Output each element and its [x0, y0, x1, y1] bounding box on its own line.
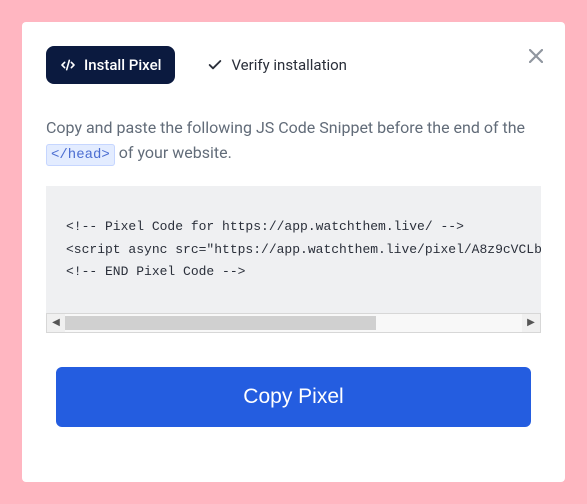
instructions-after: of your website.: [115, 143, 232, 162]
check-icon: [207, 57, 223, 73]
scroll-right-arrow-icon[interactable]: ▶: [522, 314, 540, 332]
copy-pixel-button[interactable]: Copy Pixel: [56, 367, 531, 427]
tab-install-pixel[interactable]: Install Pixel: [46, 46, 175, 84]
tab-bar: Install Pixel Verify installation: [46, 46, 541, 84]
code-snippet[interactable]: <!-- Pixel Code for https://app.watchthe…: [46, 186, 541, 312]
code-wrapper: <!-- Pixel Code for https://app.watchthe…: [46, 186, 541, 332]
scroll-thumb[interactable]: [65, 316, 376, 330]
tab-verify-installation[interactable]: Verify installation: [193, 46, 361, 84]
close-icon[interactable]: [529, 44, 543, 68]
scroll-track[interactable]: [65, 314, 522, 332]
tab-verify-label: Verify installation: [231, 56, 347, 74]
instructions-text: Copy and paste the following JS Code Sni…: [46, 116, 541, 166]
head-tag-code: </head>: [46, 144, 115, 166]
horizontal-scrollbar[interactable]: ◀ ▶: [46, 313, 541, 333]
code-icon: [60, 57, 76, 73]
scroll-left-arrow-icon[interactable]: ◀: [47, 314, 65, 332]
instructions-before: Copy and paste the following JS Code Sni…: [46, 118, 525, 137]
install-pixel-card: Install Pixel Verify installation Copy a…: [22, 22, 565, 482]
tab-install-label: Install Pixel: [84, 56, 161, 74]
